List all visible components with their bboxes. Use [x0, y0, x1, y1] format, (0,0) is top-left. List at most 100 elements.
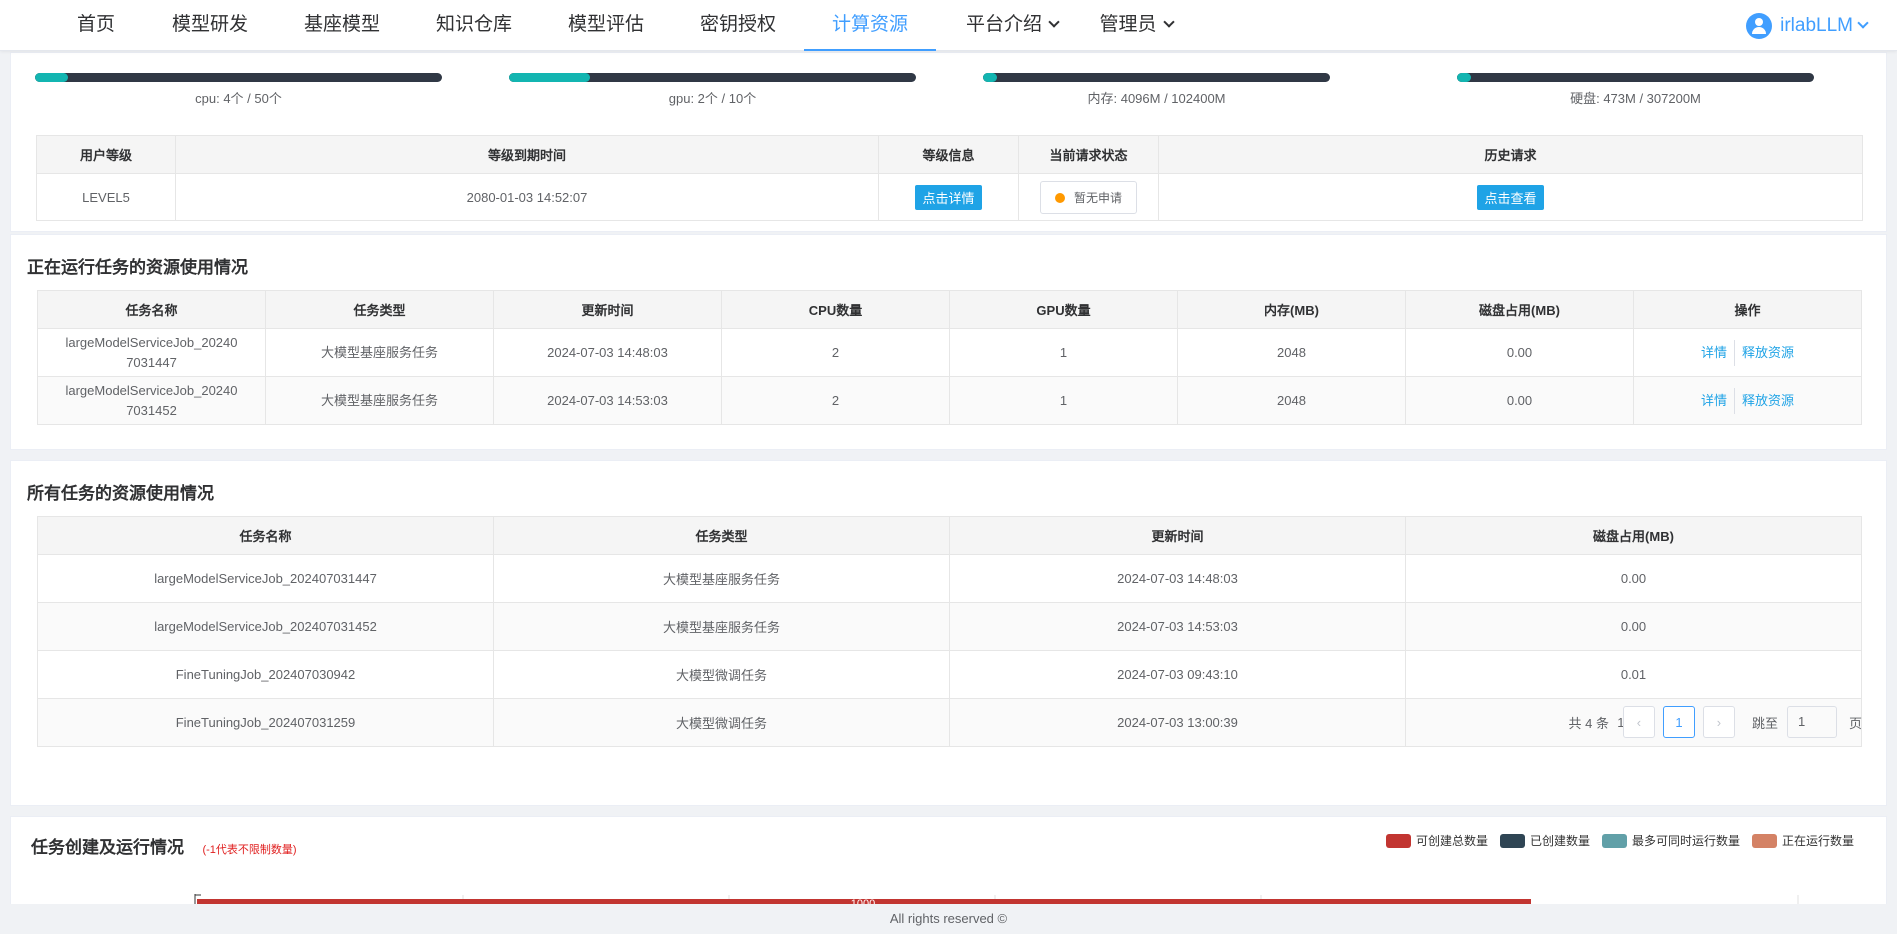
task-disk: 0.00	[1405, 554, 1862, 603]
task-cpu: 2	[721, 376, 950, 425]
task-cpu: 2	[721, 328, 950, 377]
table-row: largeModelServiceJob_20240 7031452 大模型基座…	[37, 376, 1862, 425]
user-level: LEVEL5	[36, 173, 176, 221]
table-row: FineTuningJob_202407030942 大模型微调任务 2024-…	[37, 650, 1862, 699]
cpu-usage: cpu: 4个 / 50个	[35, 73, 442, 107]
task-update-time: 2024-07-03 14:53:03	[949, 602, 1406, 651]
release-resource-link[interactable]: 释放资源	[1742, 343, 1794, 363]
user-menu[interactable]: irlabLLM	[1746, 0, 1869, 51]
history-cell: 点击查看	[1158, 173, 1863, 221]
goto-page-input[interactable]: 1	[1786, 706, 1837, 738]
disk-usage: 硬盘: 473M / 307200M	[1457, 73, 1814, 107]
level-detail-button[interactable]: 点击详情	[915, 184, 982, 210]
avatar-icon	[1746, 12, 1773, 39]
task-type: 大模型微调任务	[493, 698, 950, 747]
table-row: largeModelServiceJob_202407031452 大模型基座服…	[37, 602, 1862, 651]
task-disk: 0.00	[1405, 376, 1634, 425]
nav-home[interactable]: 首页	[60, 0, 132, 51]
task-chart-card: 任务创建及运行情况 (-1代表不限制数量) 可创建总数量 已创建数量 最多可同时…	[10, 816, 1887, 904]
task-type: 大模型基座服务任务	[265, 376, 494, 425]
memory-bar	[983, 73, 1330, 82]
task-gpu: 1	[949, 376, 1178, 425]
nav-admin-label: 管理员	[1099, 14, 1157, 35]
memory-bar-fill	[983, 73, 997, 82]
footer: All rights reserved ©	[0, 904, 1897, 926]
task-detail-link[interactable]: 详情	[1701, 391, 1727, 411]
running-tasks-table: 任务名称 任务类型 更新时间 CPU数量 GPU数量 内存(MB) 磁盘占用(M…	[37, 290, 1862, 425]
request-status-cell: 暂无申请	[1018, 173, 1159, 221]
task-actions: 详情 释放资源	[1633, 376, 1862, 425]
table-row: largeModelServiceJob_20240 7031447 大模型基座…	[37, 328, 1862, 377]
chart-canvas: 1000	[194, 894, 1799, 904]
column-header: 等级信息	[878, 135, 1019, 174]
running-tasks-card: 正在运行任务的资源使用情况 任务名称 任务类型 更新时间 CPU数量 GPU数量…	[10, 234, 1887, 450]
task-update-time: 2024-07-03 09:43:10	[949, 650, 1406, 699]
divider	[1734, 387, 1735, 414]
page-number-button[interactable]: 1	[1662, 706, 1695, 738]
gpu-label: gpu: 2个 / 10个	[668, 91, 757, 106]
top-nav: 首页 模型研发 基座模型 知识仓库 模型评估 密钥授权 计算资源 平台介绍 管理…	[0, 0, 1897, 51]
column-header: 用户等级	[36, 135, 176, 174]
history-view-button[interactable]: 点击查看	[1477, 184, 1544, 210]
prev-page-button[interactable]: ‹	[1622, 706, 1655, 738]
resource-summary-card: cpu: 4个 / 50个 gpu: 2个 / 10个 内存: 4096M / …	[10, 52, 1887, 232]
goto-label: 跳至	[1751, 715, 1778, 731]
next-page-button[interactable]: ›	[1702, 706, 1735, 738]
task-detail-link[interactable]: 详情	[1701, 343, 1727, 363]
task-type: 大模型基座服务任务	[493, 602, 950, 651]
column-header: 更新时间	[493, 290, 722, 329]
memory-label: 内存: 4096M / 102400M	[1087, 91, 1226, 106]
nav-model-dev[interactable]: 模型研发	[166, 0, 254, 51]
task-type: 大模型基座服务任务	[265, 328, 494, 377]
task-name: largeModelServiceJob_202407031452	[37, 602, 494, 651]
task-type: 大模型基座服务任务	[493, 554, 950, 603]
column-header: CPU数量	[721, 290, 950, 329]
column-header: 任务名称	[37, 516, 494, 555]
column-header: 内存(MB)	[1177, 290, 1406, 329]
task-disk: 0.00	[1405, 328, 1634, 377]
release-resource-link[interactable]: 释放资源	[1742, 391, 1794, 411]
nav-keys[interactable]: 密钥授权	[694, 0, 782, 51]
task-name: largeModelServiceJob_202407031447	[37, 554, 494, 603]
gpu-bar	[509, 73, 916, 82]
column-header: 磁盘占用(MB)	[1405, 290, 1634, 329]
nav-knowledge[interactable]: 知识仓库	[430, 0, 518, 51]
divider	[1734, 339, 1735, 366]
cpu-bar	[35, 73, 442, 82]
request-status-badge: 暂无申请	[1039, 180, 1137, 214]
cpu-label: cpu: 4个 / 50个	[195, 91, 282, 106]
all-tasks-card: 所有任务的资源使用情况 任务名称 任务类型 更新时间 磁盘占用(MB) larg…	[10, 460, 1887, 806]
nav-evaluation[interactable]: 模型评估	[562, 0, 650, 51]
task-update-time: 2024-07-03 13:00:39	[949, 698, 1406, 747]
user-name: irlabLLM	[1780, 15, 1853, 36]
nav-admin[interactable]: 管理员	[1096, 0, 1176, 51]
nav-platform-intro[interactable]: 平台介绍	[956, 0, 1068, 51]
nav-base-model[interactable]: 基座模型	[298, 0, 386, 51]
task-gpu: 1	[949, 328, 1178, 377]
cpu-bar-fill	[35, 73, 68, 82]
nav-platform-intro-label: 平台介绍	[965, 14, 1042, 35]
status-dot-icon	[1054, 192, 1065, 203]
task-memory: 2048	[1177, 376, 1406, 425]
main-content: cpu: 4个 / 50个 gpu: 2个 / 10个 内存: 4096M / …	[10, 52, 1887, 904]
task-name: FineTuningJob_202407030942	[37, 650, 494, 699]
page-unit-label: 页	[1848, 715, 1862, 731]
task-type: 大模型微调任务	[493, 650, 950, 699]
column-header: 磁盘占用(MB)	[1405, 516, 1862, 555]
nav-compute[interactable]: 计算资源	[804, 0, 936, 51]
column-header: 当前请求状态	[1018, 135, 1159, 174]
disk-bar	[1457, 73, 1814, 82]
gpu-usage: gpu: 2个 / 10个	[509, 73, 916, 107]
task-actions: 详情 释放资源	[1633, 328, 1862, 377]
task-name: largeModelServiceJob_20240 7031447	[37, 328, 266, 377]
task-name: largeModelServiceJob_20240 7031452	[37, 376, 266, 425]
column-header: 任务类型	[493, 516, 950, 555]
pagination-total: 共 4 条	[1568, 715, 1609, 731]
column-header: 任务名称	[37, 290, 266, 329]
running-tasks-title: 正在运行任务的资源使用情况	[27, 258, 248, 277]
level-info-cell: 点击详情	[878, 173, 1019, 221]
pagination: 共 4 条 ‹ 1 › 跳至 1 页	[1568, 706, 1862, 738]
task-memory: 2048	[1177, 328, 1406, 377]
task-name: FineTuningJob_202407031259	[37, 698, 494, 747]
disk-bar-fill	[1457, 73, 1471, 82]
